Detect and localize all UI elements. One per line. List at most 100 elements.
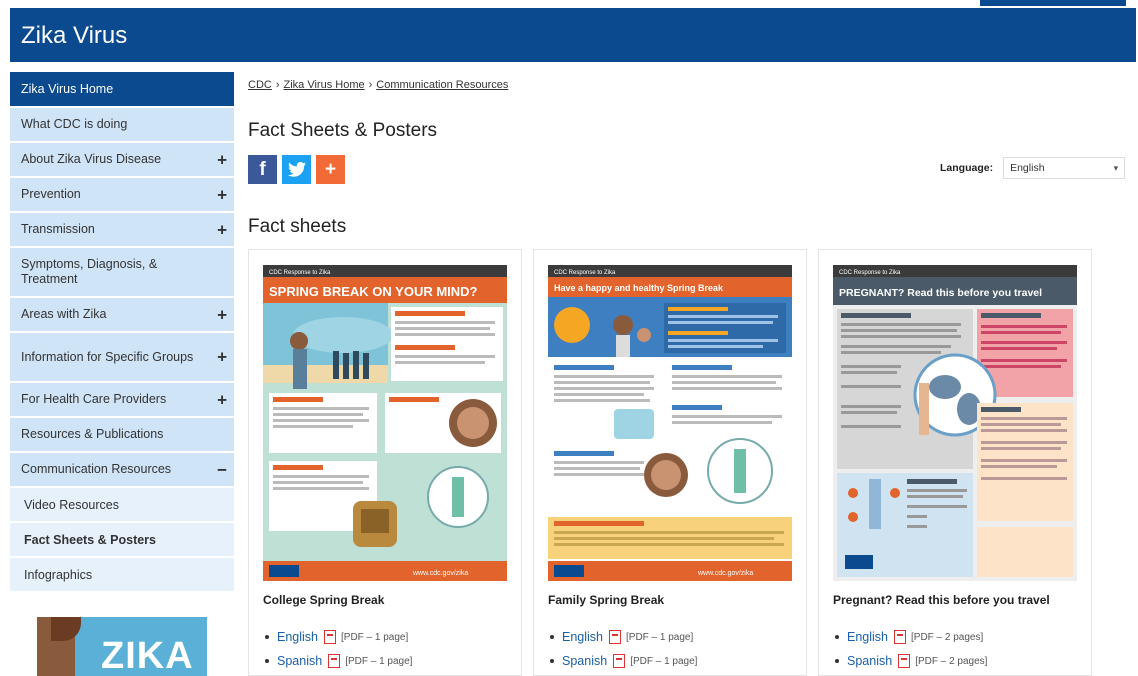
pdf-icon [894, 630, 906, 644]
sidebar-item-resources-publications[interactable]: Resources & Publications [10, 418, 234, 453]
sidebar-subitem-video-resources[interactable]: Video Resources [10, 488, 234, 523]
sidebar-item-label: Transmission [21, 222, 95, 236]
bullet-icon [550, 659, 554, 663]
card-title: Family Spring Break [548, 593, 665, 607]
pdf-meta: [PDF – 2 pages] [911, 631, 984, 643]
bullet-icon [550, 635, 554, 639]
sidebar-item-label: What CDC is doing [21, 117, 128, 131]
download-links: English [PDF – 1 page] Spanish [PDF – 1 … [265, 625, 412, 673]
addthis-plus-icon[interactable]: + [316, 155, 345, 184]
poster-headline: SPRING BREAK ON YOUR MIND? [269, 284, 478, 299]
collapse-minus-icon[interactable]: − [217, 461, 227, 478]
breadcrumb-link-zika-home[interactable]: Zika Virus Home [284, 79, 365, 91]
sidebar-item-label: Zika Virus Home [21, 81, 114, 96]
english-pdf-link[interactable]: English [562, 630, 603, 644]
list-item: Spanish [PDF – 1 page] [265, 649, 412, 673]
breadcrumb-link-cdc[interactable]: CDC [248, 79, 272, 91]
fact-sheet-card-college-spring-break: CDC Response to Zika SPRING BREAK ON YOU… [248, 249, 522, 676]
breadcrumb-link-communication-resources[interactable]: Communication Resources [376, 79, 508, 91]
list-item: Spanish [PDF – 2 pages] [835, 649, 987, 673]
list-item: English [PDF – 1 page] [550, 625, 697, 649]
bullet-icon [265, 659, 269, 663]
language-select[interactable]: English ▾ [1003, 157, 1126, 179]
section-title-fact-sheets: Fact sheets [248, 216, 347, 237]
spanish-pdf-link[interactable]: Spanish [562, 654, 607, 668]
sidebar-item-symptoms[interactable]: Symptoms, Diagnosis, & Treatment [10, 248, 234, 298]
poster-kicker: CDC Response to Zika [554, 270, 616, 276]
sidebar-subitem-label: Fact Sheets & Posters [24, 532, 156, 547]
language-value: English [1010, 162, 1045, 174]
poster-pregnant-travel: CDC Response to Zika PREGNANT? Read this… [833, 265, 1077, 581]
bullet-icon [835, 635, 839, 639]
sidebar-item-transmission[interactable]: Transmission + [10, 213, 234, 248]
sidebar-nav: Zika Virus Home What CDC is doing About … [10, 72, 234, 593]
card-title: Pregnant? Read this before you travel [833, 593, 1050, 607]
sidebar-item-health-care-providers[interactable]: For Health Care Providers + [10, 383, 234, 418]
pdf-icon [898, 654, 911, 668]
page-title: Fact Sheets & Posters [248, 120, 438, 141]
poster-thumbnail[interactable]: CDC Response to Zika PREGNANT? Read this… [833, 265, 1077, 581]
top-utility-bar [980, 0, 1126, 6]
sidebar-item-what-cdc-is-doing[interactable]: What CDC is doing [10, 108, 234, 143]
pdf-icon [613, 654, 626, 668]
pdf-icon [328, 654, 341, 668]
poster-thumbnail[interactable]: CDC Response to Zika Have a happy and he… [548, 265, 792, 581]
sidebar-item-label: Information for Specific Groups [21, 349, 194, 364]
social-share-bar: f + [248, 155, 345, 184]
pdf-icon [609, 630, 621, 644]
card-title: College Spring Break [263, 593, 385, 607]
facebook-icon[interactable]: f [248, 155, 277, 184]
pdf-meta: [PDF – 2 pages] [915, 655, 988, 667]
pdf-meta: [PDF – 1 page] [630, 655, 698, 667]
poster-thumbnail[interactable]: CDC Response to Zika SPRING BREAK ON YOU… [263, 265, 507, 581]
expand-plus-icon[interactable]: + [217, 221, 227, 238]
sidebar-item-prevention[interactable]: Prevention + [10, 178, 234, 213]
english-pdf-link[interactable]: English [277, 630, 318, 644]
zika-promo-banner[interactable]: ZIKA [37, 617, 207, 676]
promo-hair-shape [51, 617, 81, 641]
poster-kicker: CDC Response to Zika [839, 270, 901, 276]
spanish-pdf-link[interactable]: Spanish [277, 654, 322, 668]
site-title[interactable]: Zika Virus [21, 22, 127, 50]
expand-plus-icon[interactable]: + [217, 306, 227, 323]
poster-headline: Have a happy and healthy Spring Break [554, 283, 724, 293]
pdf-meta: [PDF – 1 page] [345, 655, 413, 667]
fact-sheet-card-pregnant-travel: CDC Response to Zika PREGNANT? Read this… [818, 249, 1092, 676]
sidebar-item-label: Prevention [21, 187, 81, 201]
sidebar-subitem-label: Video Resources [24, 497, 119, 512]
chevron-down-icon: ▾ [1113, 162, 1119, 173]
download-links: English [PDF – 1 page] Spanish [PDF – 1 … [550, 625, 697, 673]
poster-college-spring-break: CDC Response to Zika SPRING BREAK ON YOU… [263, 265, 507, 581]
poster-kicker: CDC Response to Zika [269, 270, 331, 276]
sidebar-item-specific-groups[interactable]: Information for Specific Groups + [10, 333, 234, 383]
breadcrumb: CDC › Zika Virus Home › Communication Resour… [248, 79, 508, 91]
twitter-icon[interactable] [282, 155, 311, 184]
sidebar-subitem-label: Infographics [24, 567, 93, 582]
sidebar-item-label: For Health Care Providers [21, 392, 167, 406]
sidebar-subitem-infographics[interactable]: Infographics [10, 558, 234, 593]
poster-footer: www.cdc.gov/zika [412, 570, 468, 577]
site-header: Zika Virus [10, 8, 1136, 62]
language-selector: Language: English ▾ [940, 157, 1126, 179]
sidebar-item-zika-home[interactable]: Zika Virus Home [10, 72, 234, 108]
bullet-icon [835, 659, 839, 663]
language-label: Language: [940, 162, 994, 174]
list-item: English [PDF – 1 page] [265, 625, 412, 649]
pdf-icon [324, 630, 336, 644]
sidebar-subitem-fact-sheets[interactable]: Fact Sheets & Posters [10, 523, 234, 558]
sidebar-item-communication-resources[interactable]: Communication Resources − [10, 453, 234, 488]
sidebar-item-label: Resources & Publications [21, 427, 164, 441]
spanish-pdf-link[interactable]: Spanish [847, 654, 892, 668]
expand-plus-icon[interactable]: + [217, 151, 227, 168]
sidebar-item-areas-with-zika[interactable]: Areas with Zika + [10, 298, 234, 333]
sidebar-item-label: Symptoms, Diagnosis, & Treatment [21, 257, 158, 286]
download-links: English [PDF – 2 pages] Spanish [PDF – 2… [835, 625, 987, 673]
sidebar-item-about-zika[interactable]: About Zika Virus Disease + [10, 143, 234, 178]
expand-plus-icon[interactable]: + [217, 391, 227, 408]
expand-plus-icon[interactable]: + [217, 186, 227, 203]
fact-sheet-card-family-spring-break: CDC Response to Zika Have a happy and he… [533, 249, 807, 676]
pdf-meta: [PDF – 1 page] [341, 631, 409, 643]
list-item: Spanish [PDF – 1 page] [550, 649, 697, 673]
expand-plus-icon[interactable]: + [217, 349, 227, 366]
english-pdf-link[interactable]: English [847, 630, 888, 644]
